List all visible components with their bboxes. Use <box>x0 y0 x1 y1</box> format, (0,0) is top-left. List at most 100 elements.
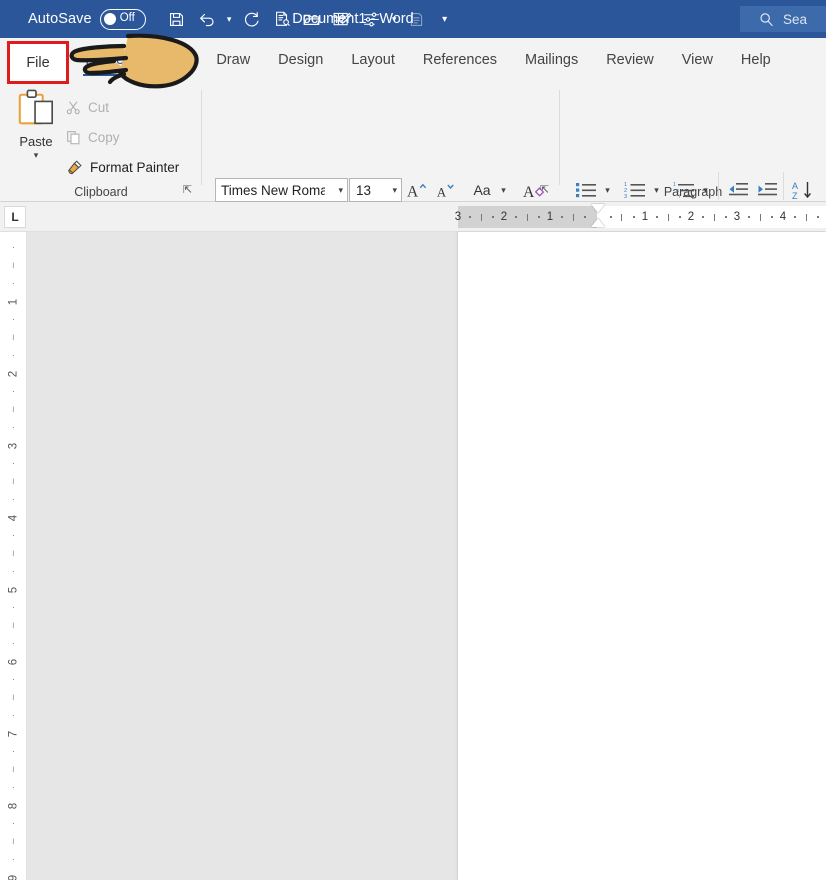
title-bar: AutoSave Off ▾ ▾ ▾ Document1 - Word Sea <box>0 0 826 38</box>
multilevel-list-chevron-down-icon[interactable]: ▾ <box>699 177 712 203</box>
font-name-input[interactable]: Times New Roma ▾ <box>215 178 348 202</box>
svg-text:A: A <box>792 181 798 191</box>
shrink-font-button[interactable]: A <box>433 177 459 203</box>
tab-draw-label: Draw <box>216 52 251 68</box>
ruler-text-area <box>597 206 826 228</box>
numbering-button[interactable]: 1 2 3 <box>621 177 649 203</box>
ruler-dot <box>538 216 540 218</box>
paste-label: Paste <box>19 134 53 149</box>
shrink-font-icon: A <box>437 184 454 199</box>
document-page[interactable] <box>458 232 826 880</box>
print-preview-icon[interactable] <box>267 4 297 34</box>
tab-home-label: Home <box>85 52 125 68</box>
ruler-dot <box>561 216 563 218</box>
sort-button[interactable]: A Z <box>789 177 817 203</box>
bullets-chevron-down-icon[interactable]: ▾ <box>601 177 614 203</box>
paste-button[interactable]: Paste ▾ <box>10 88 62 176</box>
search-input[interactable]: Sea <box>740 6 826 32</box>
ruler-dot <box>817 216 819 218</box>
ribbon-tab-bar: File Home Insert Draw Design Layout Refe… <box>0 38 826 82</box>
tab-insert[interactable]: Insert <box>138 38 202 82</box>
tab-stop-label: L <box>11 210 19 224</box>
numbering-chevron-down-icon[interactable]: ▾ <box>650 177 663 203</box>
tab-mailings[interactable]: Mailings <box>511 38 592 82</box>
ruler-dot <box>725 216 727 218</box>
autosave-state: Off <box>119 12 135 25</box>
ruler-bar <box>668 214 669 221</box>
font-size-input[interactable]: 13 ▾ <box>349 178 402 202</box>
svg-text:A: A <box>407 183 419 200</box>
ruler-dot <box>492 216 494 218</box>
tab-home[interactable]: Home <box>71 38 138 82</box>
tab-file[interactable]: File <box>7 41 69 84</box>
tab-view[interactable]: View <box>668 38 727 82</box>
tab-layout[interactable]: Layout <box>337 38 409 82</box>
ruler-dot <box>702 216 704 218</box>
undo-chevron-down-icon[interactable]: ▾ <box>222 4 237 34</box>
paste-icon <box>18 89 53 125</box>
draw-table-icon[interactable] <box>327 4 357 34</box>
save-icon[interactable] <box>162 4 192 34</box>
font-size-chevron-down-icon[interactable]: ▾ <box>392 185 397 196</box>
svg-text:A: A <box>523 183 535 200</box>
tab-review[interactable]: Review <box>592 38 668 82</box>
autosave-control[interactable]: AutoSave Off <box>28 8 146 30</box>
group-separator <box>718 172 719 200</box>
sort-icon: A Z <box>792 181 811 200</box>
tab-draw[interactable]: Draw <box>202 38 264 82</box>
hanging-indent-marker[interactable] <box>591 218 605 227</box>
tab-design-label: Design <box>278 52 324 68</box>
font-name-chevron-down-icon[interactable]: ▾ <box>338 185 343 196</box>
first-line-indent-marker[interactable] <box>591 204 605 213</box>
decrease-indent-icon <box>729 183 748 196</box>
copy-icon <box>67 130 80 144</box>
tab-references[interactable]: References <box>409 38 511 82</box>
clipboard-dialog-launcher[interactable]: ⇱ <box>181 184 194 197</box>
ruler-dot <box>584 216 586 218</box>
svg-text:i: i <box>679 194 680 199</box>
list-settings-icon[interactable] <box>357 4 387 34</box>
format-painter-icon <box>68 159 82 174</box>
list-settings-chevron-down-icon[interactable]: ▾ <box>387 4 402 34</box>
ruler-tick: 9 <box>7 874 20 880</box>
change-case-chevron-down-icon[interactable]: ▾ <box>497 177 510 203</box>
increase-indent-button[interactable] <box>753 177 781 203</box>
ruler-bar <box>527 214 528 221</box>
ruler-dot <box>679 216 681 218</box>
ruler-dot <box>610 216 612 218</box>
clear-formatting-button[interactable]: A <box>520 177 550 203</box>
open-folder-icon[interactable] <box>297 4 327 34</box>
ribbon-group-clipboard: Paste ▾ Cut Copy Format Painter Clipboar… <box>0 82 202 202</box>
svg-text:Z: Z <box>792 191 798 200</box>
format-painter-button[interactable]: Format Painter <box>66 154 179 180</box>
tab-mailings-label: Mailings <box>525 52 579 68</box>
tab-design[interactable]: Design <box>264 38 337 82</box>
ruler-bar <box>573 214 574 221</box>
decrease-indent-button[interactable] <box>724 177 752 203</box>
ruler-bar <box>760 214 761 221</box>
redo-icon[interactable] <box>237 4 267 34</box>
autosave-toggle[interactable]: Off <box>99 8 146 30</box>
bullets-icon <box>576 183 596 198</box>
change-case-button[interactable]: Aa <box>467 177 497 203</box>
svg-text:A: A <box>437 185 447 199</box>
ruler-dot <box>633 216 635 218</box>
ruler-bar <box>806 214 807 221</box>
group-label-clipboard: Clipboard <box>74 185 128 199</box>
svg-text:3: 3 <box>624 194 627 199</box>
horizontal-ruler[interactable]: L 3 2 1 1 2 3 4 <box>0 202 826 232</box>
grow-font-button[interactable]: A <box>404 177 430 203</box>
paste-chevron-down-icon[interactable]: ▾ <box>34 150 39 161</box>
tab-stop-selector[interactable]: L <box>4 206 26 228</box>
tab-review-label: Review <box>606 52 654 68</box>
customize-toolbar-icon[interactable]: ▾ <box>432 4 458 34</box>
ruler-dot <box>771 216 773 218</box>
clear-formatting-icon: A <box>523 183 545 200</box>
ruler-bar <box>481 214 482 221</box>
ruler-tick: 1 <box>641 211 649 223</box>
tab-help[interactable]: Help <box>727 38 785 82</box>
bullets-button[interactable] <box>572 177 600 203</box>
multilevel-list-button[interactable]: 1 a i <box>670 177 698 203</box>
undo-icon[interactable] <box>192 4 222 34</box>
vertical-ruler-strip[interactable]: ·–·1·–·2·–·3·–·4·–·5·–·6·–·7·–·8·–·9·–·1… <box>0 232 27 880</box>
